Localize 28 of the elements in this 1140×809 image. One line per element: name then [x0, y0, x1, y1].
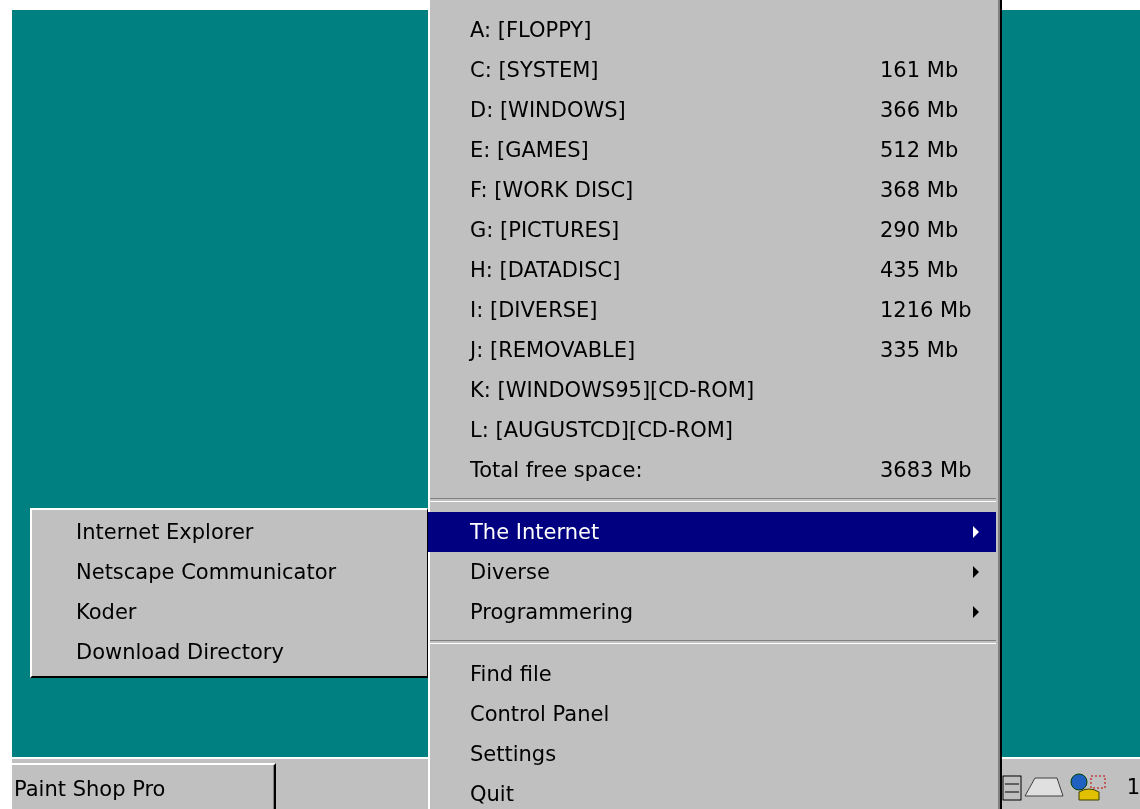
menu-item[interactable]: Diverse: [428, 552, 996, 592]
drive-item[interactable]: C: [SYSTEM] 161 Mb: [428, 50, 996, 90]
drive-item[interactable]: K: [WINDOWS95][CD-ROM]: [428, 370, 996, 410]
drive-item[interactable]: L: [AUGUSTCD][CD-ROM]: [428, 410, 996, 450]
drive-item[interactable]: E: [GAMES] 512 Mb: [428, 130, 996, 170]
drive-item[interactable]: Total free space: 3683 Mb: [428, 450, 996, 490]
drive-item[interactable]: A: [FLOPPY]: [428, 10, 996, 50]
submenu-item[interactable]: Netscape Communicator: [32, 552, 427, 592]
submenu-item[interactable]: Koder: [32, 592, 427, 632]
menu-item[interactable]: Quit: [428, 774, 996, 809]
submenu-arrow-icon: [972, 565, 980, 579]
drive-item[interactable]: G: [PICTURES] 290 Mb: [428, 210, 996, 250]
drive-item[interactable]: D: [WINDOWS] 366 Mb: [428, 90, 996, 130]
drive-item[interactable]: J: [REMOVABLE] 335 Mb: [428, 330, 996, 370]
clock-text: 1: [1126, 775, 1140, 799]
submenu-item[interactable]: Internet Explorer: [32, 512, 427, 552]
submenu-item[interactable]: Download Directory: [32, 632, 427, 672]
drive-item[interactable]: F: [WORK DISC] 368 Mb: [428, 170, 996, 210]
menu-item[interactable]: Programmering: [428, 592, 996, 632]
drive-item[interactable]: H: [DATADISC] 435 Mb: [428, 250, 996, 290]
submenu-arrow-icon: [972, 525, 980, 539]
menu-item[interactable]: Find file: [428, 654, 996, 694]
menu-item[interactable]: The Internet: [428, 512, 996, 552]
drive-item[interactable]: I: [DIVERSE] 1216 Mb: [428, 290, 996, 330]
menu-item[interactable]: Settings: [428, 734, 996, 774]
taskbar-button[interactable]: Paint Shop Pro: [12, 763, 276, 809]
menu-item[interactable]: Control Panel: [428, 694, 996, 734]
submenu-arrow-icon: [972, 605, 980, 619]
